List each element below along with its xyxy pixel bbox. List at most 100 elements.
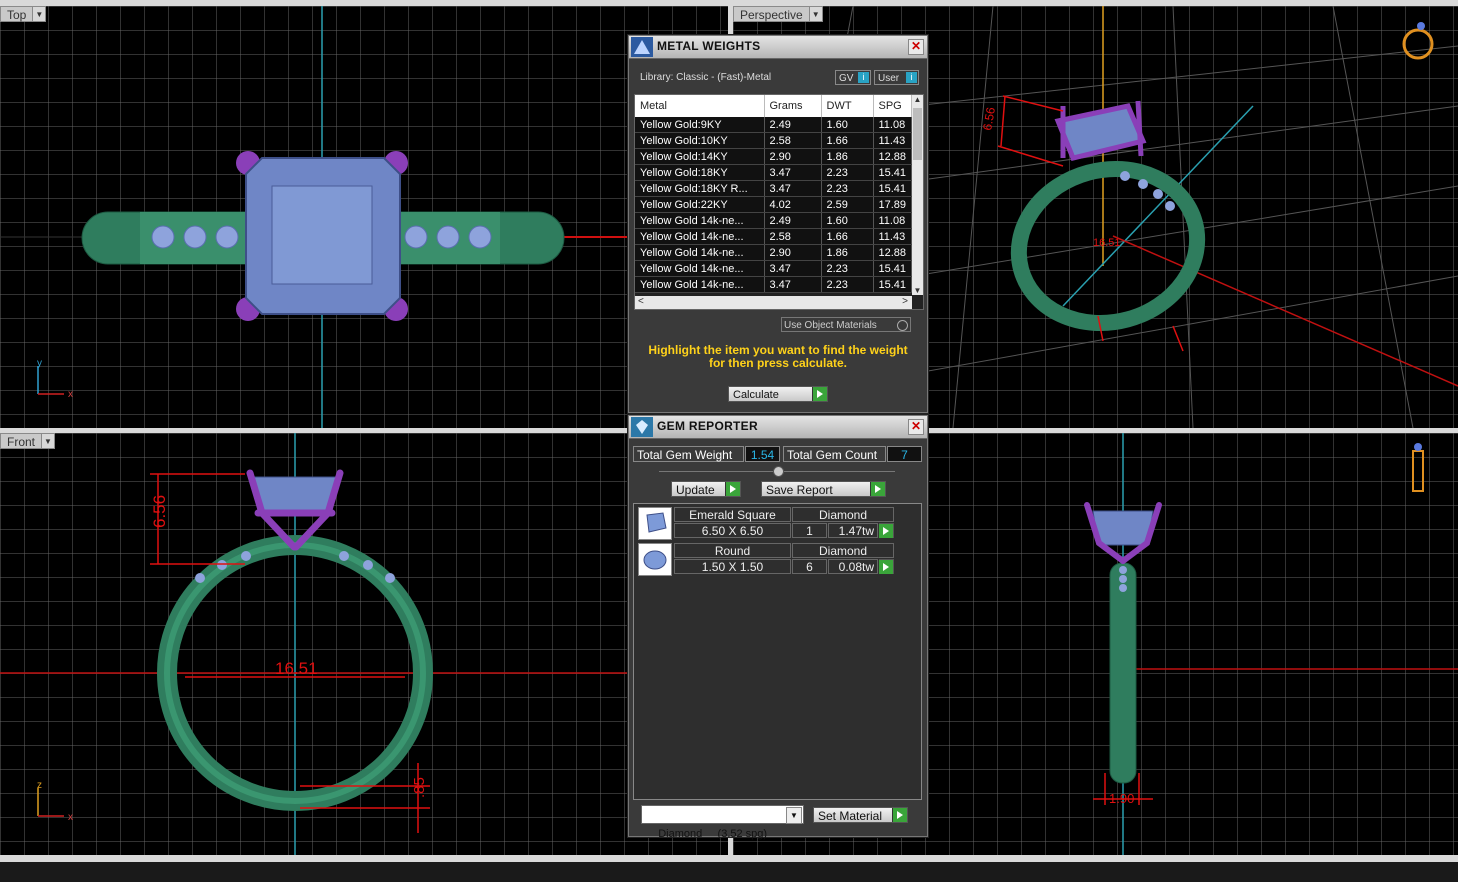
- col-grams[interactable]: Grams: [764, 95, 822, 117]
- viewport-front-label[interactable]: Front ▼: [0, 433, 56, 449]
- scroll-down-icon[interactable]: ▼: [912, 286, 923, 295]
- gem-select-button[interactable]: [878, 559, 894, 574]
- svg-text:6.56: 6.56: [150, 495, 169, 528]
- svg-text:y: y: [37, 358, 42, 369]
- table-row[interactable]: Yellow Gold:18KY R... 3.47 2.23 15.41: [635, 180, 912, 197]
- gem-select-button[interactable]: [878, 523, 894, 538]
- spg-value: 15.41: [873, 180, 912, 197]
- dwt-value: 1.86: [821, 148, 874, 165]
- dwt-value: 1.66: [821, 132, 874, 149]
- spg-value: 15.41: [873, 164, 912, 181]
- spg-value: 15.41: [873, 260, 912, 277]
- gem-reporter-titlebar[interactable]: GEM REPORTER ✕: [629, 416, 927, 439]
- panel-title: METAL WEIGHTS: [657, 39, 761, 53]
- grams-value: 2.58: [764, 132, 822, 149]
- scroll-thumb[interactable]: [913, 108, 922, 160]
- viewport-name: Top: [0, 6, 34, 22]
- metal-name: Yellow Gold 14k-ne...: [635, 212, 765, 229]
- table-row[interactable]: Yellow Gold 14k-ne... 3.47 2.23 15.41: [635, 276, 912, 293]
- chevron-down-icon[interactable]: ▼: [809, 6, 823, 22]
- grams-value: 3.47: [764, 260, 822, 277]
- ring-side-gizmo-icon[interactable]: [1412, 443, 1424, 492]
- close-icon[interactable]: ✕: [908, 419, 924, 435]
- grams-value: 2.49: [764, 117, 822, 133]
- grams-value: 3.47: [764, 180, 822, 197]
- metal-name: Yellow Gold:22KY: [635, 196, 765, 213]
- material-select[interactable]: Diamond (3.52 spg) ▼: [641, 805, 804, 840]
- metal-name: Yellow Gold 14k-ne...: [635, 260, 765, 277]
- scroll-left-icon[interactable]: <: [638, 296, 644, 307]
- viewport-name: Perspective: [733, 6, 810, 22]
- close-icon[interactable]: ✕: [908, 39, 924, 55]
- table-row[interactable]: Yellow Gold 14k-ne... 2.90 1.86 12.88: [635, 244, 912, 261]
- scroll-right-icon[interactable]: >: [902, 296, 908, 307]
- user-toggle[interactable]: User i: [874, 70, 919, 85]
- play-icon: [878, 524, 893, 538]
- viewport-name: Front: [0, 433, 43, 449]
- scroll-up-icon[interactable]: ▲: [912, 95, 923, 106]
- metal-name: Yellow Gold:14KY: [635, 148, 765, 165]
- metal-name: Yellow Gold:9KY: [635, 117, 765, 133]
- table-row[interactable]: Yellow Gold:22KY 4.02 2.59 17.89: [635, 196, 912, 213]
- table-row[interactable]: Yellow Gold:9KY 2.49 1.60 11.08: [635, 117, 912, 133]
- library-label: Library: Classic - (Fast)-Metal: [640, 72, 772, 83]
- save-report-button[interactable]: Save Report: [761, 481, 886, 497]
- viewport-top-label[interactable]: Top ▼: [0, 6, 47, 22]
- round-gem-icon: [638, 543, 672, 576]
- calculate-hint: Highlight the item you want to find the …: [648, 343, 908, 370]
- calculate-button[interactable]: Calculate: [728, 386, 828, 402]
- col-metal[interactable]: Metal: [635, 95, 765, 117]
- spg-value: 12.88: [873, 244, 912, 261]
- gem-row[interactable]: Round 1.50 X 1.50 Diamond 6 0.08tw: [638, 543, 898, 577]
- use-object-materials-label: Use Object Materials: [784, 320, 877, 331]
- material-select-value: Diamond (3.52 spg): [658, 828, 768, 840]
- table-row[interactable]: Yellow Gold 14k-ne... 2.58 1.66 11.43: [635, 228, 912, 245]
- metal-table-wrap[interactable]: Metal Grams DWT SPG Yellow Gold:9KY 2.49 1…: [634, 94, 924, 310]
- svg-text:z: z: [37, 780, 42, 791]
- play-icon: [870, 482, 885, 496]
- spg-value: 17.89: [873, 196, 912, 213]
- grams-value: 2.58: [764, 228, 822, 245]
- vertical-scrollbar[interactable]: ▲ ▼: [912, 95, 923, 295]
- table-row[interactable]: Yellow Gold 14k-ne... 2.49 1.60 11.08: [635, 212, 912, 229]
- svg-text:.85: .85: [411, 777, 428, 798]
- metal-weights-titlebar[interactable]: METAL WEIGHTS ✕: [629, 36, 927, 59]
- grams-value: 3.47: [764, 276, 822, 293]
- radio-icon: [897, 320, 908, 331]
- horizontal-scrollbar[interactable]: < >: [635, 296, 912, 309]
- svg-text:x: x: [68, 389, 73, 400]
- table-row[interactable]: Yellow Gold:10KY 2.58 1.66 11.43: [635, 132, 912, 149]
- use-object-materials-checkbox[interactable]: Use Object Materials: [781, 317, 911, 332]
- set-material-label: Set Material: [818, 809, 883, 823]
- grams-value: 2.90: [764, 244, 822, 261]
- dwt-value: 1.86: [821, 244, 874, 261]
- gem-list[interactable]: Emerald Square 6.50 X 6.50 Diamond 1 1.4…: [633, 503, 922, 800]
- col-spg[interactable]: SPG: [873, 95, 912, 117]
- chevron-down-icon[interactable]: ▼: [786, 807, 802, 824]
- top-view-ring: y x: [0, 6, 728, 428]
- metal-name: Yellow Gold 14k-ne...: [635, 276, 765, 293]
- table-row[interactable]: Yellow Gold:18KY 3.47 2.23 15.41: [635, 164, 912, 181]
- spg-value: 11.43: [873, 228, 912, 245]
- table-row[interactable]: Yellow Gold:14KY 2.90 1.86 12.88: [635, 148, 912, 165]
- set-material-button[interactable]: Set Material: [813, 807, 908, 823]
- dwt-value: 2.23: [821, 180, 874, 197]
- play-icon: [892, 808, 907, 822]
- gv-toggle[interactable]: GV i: [835, 70, 871, 85]
- gem-reporter-logo-icon: [631, 417, 653, 437]
- metal-name: Yellow Gold:18KY R...: [635, 180, 765, 197]
- gem-row[interactable]: Emerald Square 6.50 X 6.50 Diamond 1 1.4…: [638, 507, 898, 541]
- chevron-down-icon[interactable]: ▼: [42, 433, 56, 449]
- table-row[interactable]: Yellow Gold 14k-ne... 3.47 2.23 15.41: [635, 260, 912, 277]
- metal-weights-panel: METAL WEIGHTS ✕ Library: Classic - (Fast…: [628, 35, 928, 413]
- update-label: Update: [676, 483, 715, 497]
- splitter-handle-icon[interactable]: [773, 466, 784, 477]
- viewport-perspective-label[interactable]: Perspective ▼: [733, 6, 823, 22]
- col-dwt[interactable]: DWT: [821, 95, 874, 117]
- ring-gizmo-icon[interactable]: [1402, 22, 1434, 60]
- chevron-down-icon[interactable]: ▼: [33, 6, 47, 22]
- viewport-top[interactable]: Top ▼ y x: [0, 6, 728, 428]
- update-button[interactable]: Update: [671, 481, 741, 497]
- dwt-value: 1.66: [821, 228, 874, 245]
- viewport-front[interactable]: Front ▼ 6.56 16.51 .85 z x: [0, 433, 728, 855]
